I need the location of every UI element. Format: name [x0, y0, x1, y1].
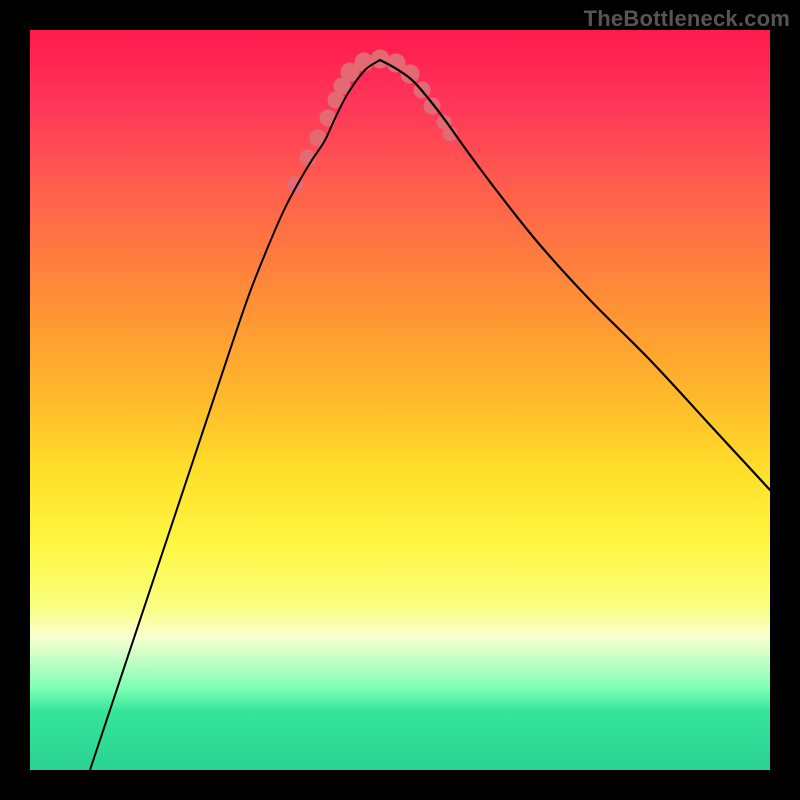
plot-area: [30, 30, 770, 770]
chart-frame: TheBottleneck.com: [0, 0, 800, 800]
watermark-text: TheBottleneck.com: [584, 6, 790, 32]
marker-beads: [287, 50, 457, 193]
left-curve: [90, 60, 380, 770]
marker-bead: [355, 53, 373, 71]
curve-layer: [30, 30, 770, 770]
